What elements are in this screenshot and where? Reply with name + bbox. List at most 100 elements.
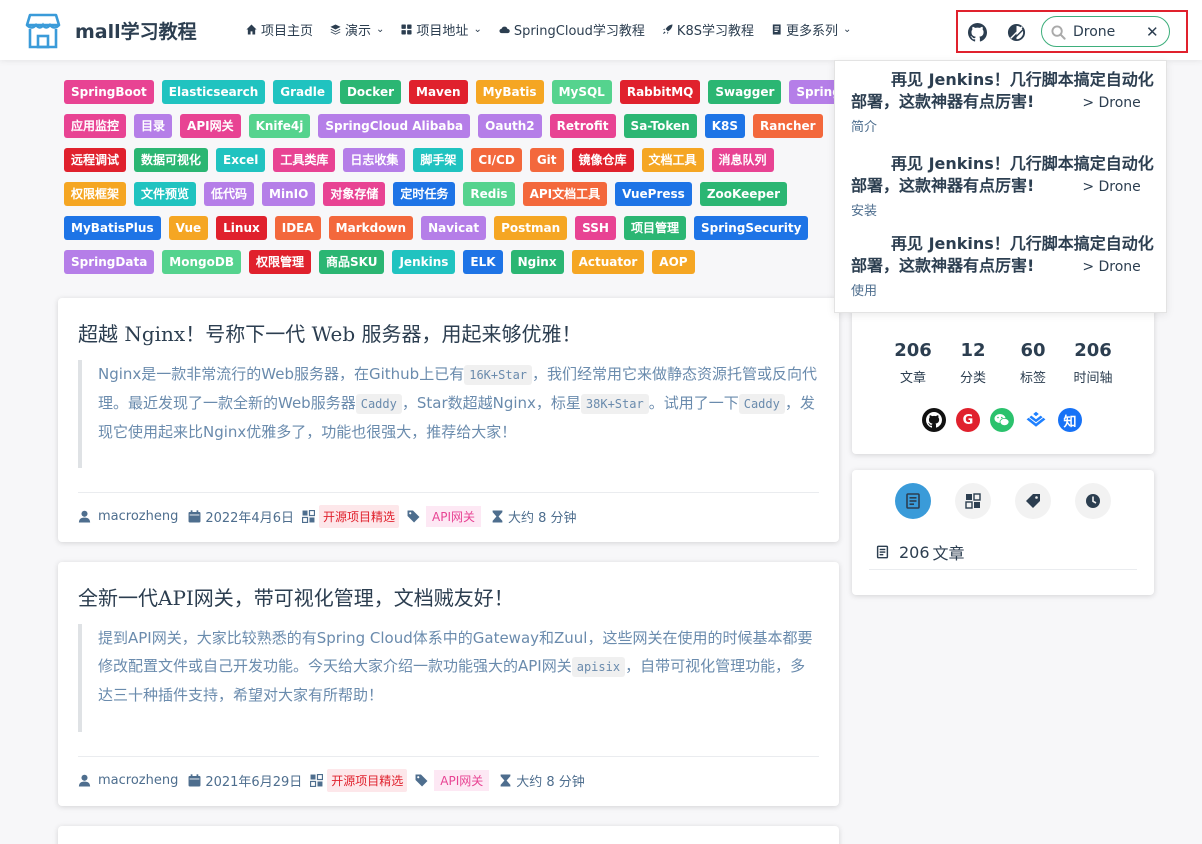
- tag-chip[interactable]: ZooKeeper: [699, 182, 788, 206]
- tag-chip[interactable]: K8S: [704, 114, 745, 138]
- stat-timeline[interactable]: 206 时间轴: [1063, 340, 1123, 386]
- article-card[interactable]: [58, 826, 839, 844]
- tag-chip[interactable]: 定时任务: [393, 182, 456, 206]
- article-count-row[interactable]: 206 文章: [876, 540, 965, 564]
- article-author[interactable]: macrozheng: [98, 773, 178, 788]
- tag-chip[interactable]: 低代码: [204, 182, 255, 206]
- tab-articles[interactable]: [895, 483, 931, 519]
- tag-chip[interactable]: 文件预览: [134, 182, 197, 206]
- tag-chip[interactable]: Sa-Token: [623, 114, 697, 138]
- tag-chip[interactable]: 数据可视化: [134, 148, 209, 172]
- gitee-icon[interactable]: G: [956, 408, 980, 432]
- theme-toggle-icon[interactable]: [1007, 23, 1026, 42]
- tag-chip[interactable]: 目录: [134, 114, 173, 138]
- tag-chip[interactable]: ELK: [463, 250, 503, 274]
- zhihu-icon[interactable]: 知: [1058, 408, 1082, 432]
- store-logo-icon[interactable]: [24, 12, 62, 50]
- tag-chip[interactable]: AOP: [652, 250, 695, 274]
- tag-badge[interactable]: API网关: [434, 770, 490, 791]
- tab-timeline[interactable]: [1075, 483, 1111, 519]
- tag-chip[interactable]: IDEA: [274, 216, 321, 240]
- tag-chip[interactable]: Rancher: [752, 114, 823, 138]
- stat-categories[interactable]: 12 分类: [943, 340, 1003, 386]
- tag-chip[interactable]: VuePress: [615, 182, 692, 206]
- tag-chip[interactable]: Linux: [216, 216, 267, 240]
- article-title[interactable]: 超越 Nginx！号称下一代 Web 服务器，用起来够优雅！: [78, 318, 582, 347]
- nav-item-demo[interactable]: 演示 ⌄: [330, 20, 384, 39]
- tag-chip[interactable]: Git: [529, 148, 564, 172]
- search-input[interactable]: [1073, 22, 1143, 42]
- tag-chip[interactable]: Vue: [168, 216, 209, 240]
- tag-chip[interactable]: MySQL: [551, 80, 612, 104]
- tag-chip[interactable]: 日志收集: [343, 148, 406, 172]
- site-name[interactable]: mall学习教程: [75, 17, 197, 44]
- tag-chip[interactable]: Oauth2: [478, 114, 542, 138]
- tag-chip[interactable]: SpringCloud Alibaba: [318, 114, 471, 138]
- tag-chip[interactable]: MinIO: [262, 182, 316, 206]
- article-card[interactable]: 超越 Nginx！号称下一代 Web 服务器，用起来够优雅！ Nginx是一款非…: [58, 298, 839, 542]
- tag-chip[interactable]: Retrofit: [549, 114, 616, 138]
- tag-chip[interactable]: CI/CD: [471, 148, 522, 172]
- stat-tags[interactable]: 60 标签: [1003, 340, 1063, 386]
- tag-chip[interactable]: 对象存储: [323, 182, 386, 206]
- tag-chip[interactable]: Navicat: [421, 216, 487, 240]
- stat-articles[interactable]: 206 文章: [883, 340, 943, 386]
- nav-item-home[interactable]: 项目主页: [246, 20, 313, 39]
- tag-chip[interactable]: 商品SKU: [318, 250, 385, 274]
- tag-chip[interactable]: Knife4j: [248, 114, 311, 138]
- tag-chip[interactable]: SpringSecurity: [693, 216, 809, 240]
- tag-chip[interactable]: MyBatis: [475, 80, 544, 104]
- tab-tags[interactable]: [1015, 483, 1051, 519]
- search-result-item[interactable]: 再见 Jenkins！几行脚本搞定自动化部署，这款神器有点厉害! > Drone …: [851, 69, 1156, 135]
- tag-chip[interactable]: Elasticsearch: [161, 80, 266, 104]
- nav-item-more[interactable]: 更多系列 ⌄: [771, 20, 851, 39]
- github-icon[interactable]: [968, 23, 987, 42]
- search-result-item[interactable]: 再见 Jenkins！几行脚本搞定自动化部署，这款神器有点厉害! > Drone …: [851, 233, 1156, 299]
- tag-chip[interactable]: SpringBoot: [64, 80, 154, 104]
- category-badge[interactable]: 开源项目精选: [318, 505, 399, 528]
- tag-chip[interactable]: Actuator: [571, 250, 645, 274]
- tag-chip[interactable]: Gradle: [273, 80, 332, 104]
- tag-chip[interactable]: 消息队列: [711, 148, 774, 172]
- tag-chip[interactable]: Maven: [409, 80, 468, 104]
- nav-item-label: 项目地址: [416, 24, 469, 39]
- tag-chip[interactable]: 权限框架: [64, 182, 127, 206]
- tag-chip[interactable]: 脚手架: [413, 148, 464, 172]
- tag-chip[interactable]: Swagger: [708, 80, 782, 104]
- tag-chip[interactable]: API文档工具: [522, 182, 608, 206]
- tag-chip[interactable]: Nginx: [510, 250, 564, 274]
- tag-chip[interactable]: SSH: [575, 216, 616, 240]
- article-author[interactable]: macrozheng: [98, 509, 178, 524]
- tag-chip[interactable]: Jenkins: [392, 250, 456, 274]
- tag-chip[interactable]: Redis: [463, 182, 515, 206]
- tag-chip[interactable]: 工具类库: [273, 148, 336, 172]
- tag-badge[interactable]: API网关: [426, 506, 481, 527]
- tag-chip[interactable]: Postman: [494, 216, 568, 240]
- juejin-icon[interactable]: [1024, 408, 1048, 432]
- nav-item-k8s[interactable]: K8S学习教程: [662, 20, 754, 39]
- nav-item-springcloud[interactable]: SpringCloud学习教程: [499, 20, 645, 39]
- tag-chip[interactable]: Docker: [339, 80, 402, 104]
- tag-chip[interactable]: API网关: [180, 114, 241, 138]
- tag-chip[interactable]: Markdown: [328, 216, 414, 240]
- tag-chip[interactable]: MyBatisPlus: [64, 216, 161, 240]
- tag-chip[interactable]: 项目管理: [623, 216, 686, 240]
- tag-chip[interactable]: 权限管理: [248, 250, 311, 274]
- article-title[interactable]: 全新一代API网关，带可视化管理，文档贼友好！: [78, 582, 514, 611]
- tag-chip[interactable]: 文档工具: [641, 148, 704, 172]
- tag-chip[interactable]: Excel: [216, 148, 266, 172]
- search-result-item[interactable]: 再见 Jenkins！几行脚本搞定自动化部署，这款神器有点厉害! > Drone …: [851, 153, 1156, 219]
- tag-chip[interactable]: 远程调试: [64, 148, 127, 172]
- tag-chip[interactable]: MongoDB: [162, 250, 241, 274]
- tag-chip[interactable]: 应用监控: [64, 114, 127, 138]
- tag-chip[interactable]: RabbitMQ: [619, 80, 701, 104]
- tab-categories[interactable]: [955, 483, 991, 519]
- tag-chip[interactable]: 镜像仓库: [571, 148, 634, 172]
- wechat-icon[interactable]: [990, 408, 1014, 432]
- tag-chip[interactable]: SpringData: [64, 250, 155, 274]
- article-card[interactable]: 全新一代API网关，带可视化管理，文档贼友好！ 提到API网关，大家比较熟悉的有…: [58, 562, 839, 806]
- nav-item-repo[interactable]: 项目地址 ⌄: [401, 20, 482, 39]
- github-icon[interactable]: [922, 408, 946, 432]
- category-badge[interactable]: 开源项目精选: [327, 769, 408, 792]
- close-icon[interactable]: ✕: [1146, 23, 1159, 41]
